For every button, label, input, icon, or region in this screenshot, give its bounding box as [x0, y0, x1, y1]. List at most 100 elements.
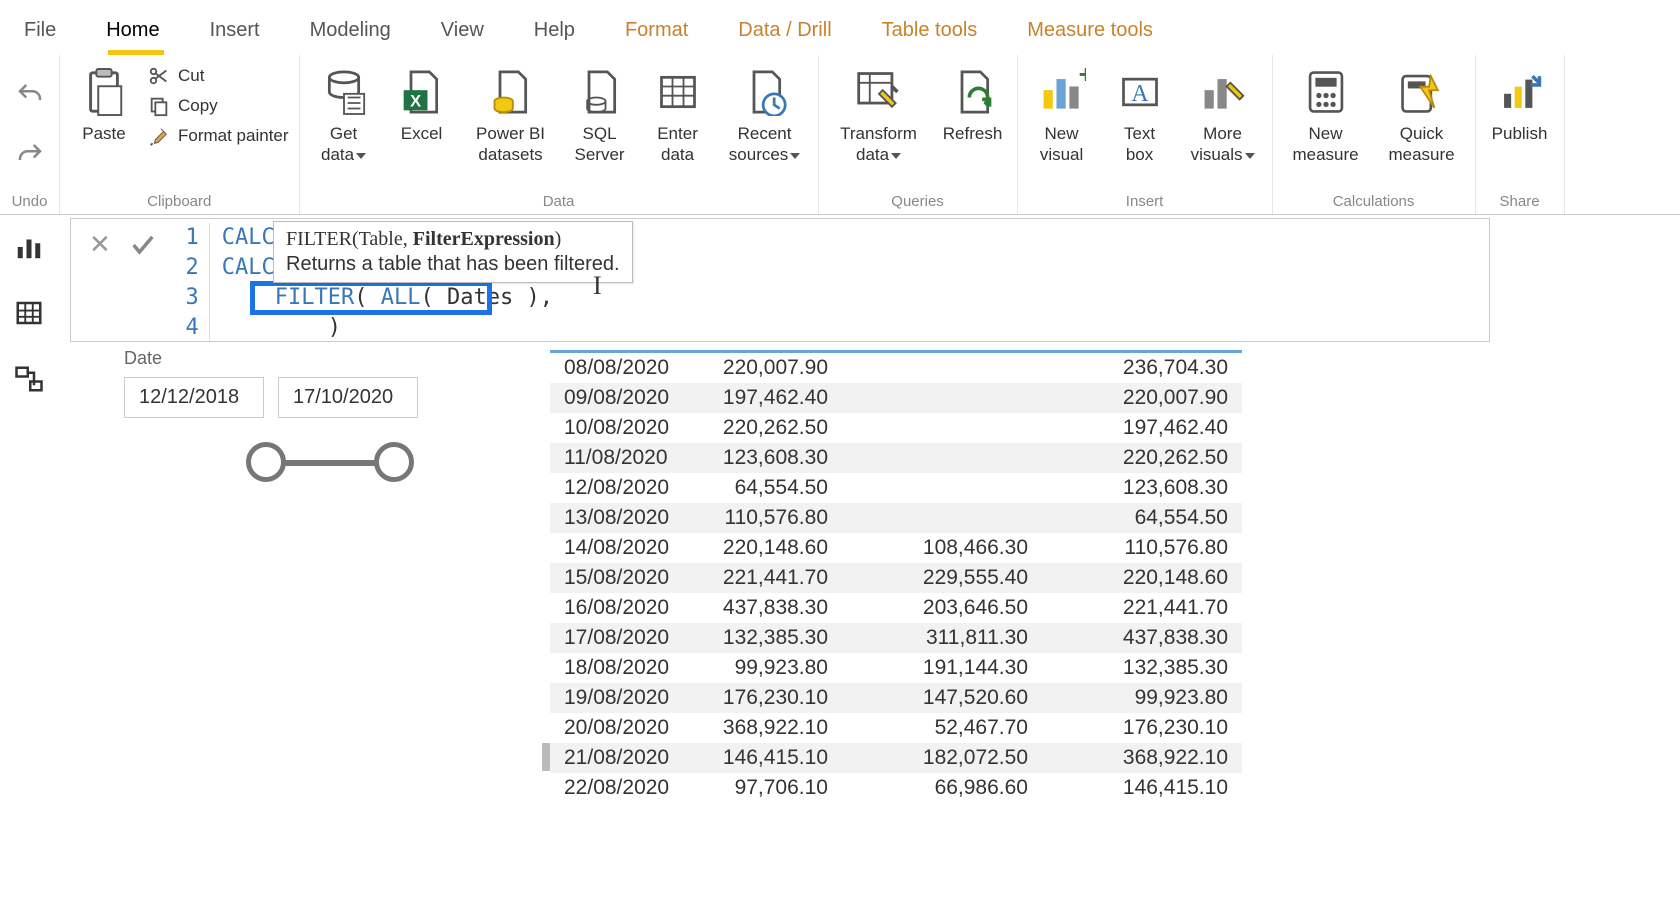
cell-value-1: 64,554.50: [690, 473, 842, 503]
tab-measure-tools[interactable]: Measure tools: [1027, 11, 1153, 50]
table-row[interactable]: 08/08/2020220,007.90 236,704.30: [550, 353, 1242, 383]
clipboard-icon: [81, 65, 127, 119]
table-row[interactable]: 09/08/2020197,462.40220,007.90: [550, 383, 1242, 413]
table-row[interactable]: 16/08/2020437,838.30203,646.50221,441.70: [550, 593, 1242, 623]
tab-file[interactable]: File: [24, 11, 56, 50]
recent-icon: [743, 65, 787, 119]
get-data-button[interactable]: Getdata: [310, 61, 378, 167]
table-row[interactable]: 11/08/2020123,608.30220,262.50: [550, 443, 1242, 473]
sql-server-icon: [578, 65, 622, 119]
table-row[interactable]: 10/08/2020220,262.50197,462.40: [550, 413, 1242, 443]
chevron-down-icon: [356, 153, 366, 159]
text-cursor-icon: I: [593, 271, 602, 301]
slicer-handle-end[interactable]: [374, 442, 414, 482]
scissors-icon: [148, 65, 170, 87]
enter-data-button[interactable]: Enterdata: [644, 61, 712, 167]
slicer-date-from[interactable]: 12/12/2018: [124, 377, 264, 418]
model-view-icon[interactable]: [14, 364, 44, 394]
cell-value-1: 220,007.90: [690, 353, 842, 383]
cell-value-3: 197,462.40: [1042, 413, 1242, 443]
textbox-icon: A: [1118, 65, 1162, 119]
cell-value-3: 437,838.30: [1042, 623, 1242, 653]
group-share-label: Share: [1486, 189, 1554, 214]
redo-icon[interactable]: [15, 140, 45, 170]
tab-table-tools[interactable]: Table tools: [882, 11, 978, 50]
cell-value-1: 220,262.50: [690, 413, 842, 443]
cell-date: 15/08/2020: [550, 563, 690, 593]
group-clipboard-label: Clipboard: [70, 189, 289, 214]
more-visuals-button[interactable]: Morevisuals: [1184, 61, 1262, 167]
report-view-icon[interactable]: [14, 232, 44, 262]
publish-icon: [1496, 65, 1544, 119]
new-measure-button[interactable]: Newmeasure: [1283, 61, 1369, 167]
table-row[interactable]: 14/08/2020220,148.60108,466.30110,576.80: [550, 533, 1242, 563]
undo-icon[interactable]: [15, 80, 45, 110]
publish-button[interactable]: Publish: [1486, 61, 1554, 167]
cut-button[interactable]: Cut: [148, 65, 289, 87]
cell-date: 17/08/2020: [550, 623, 690, 653]
formula-commit-icon[interactable]: [129, 231, 157, 259]
table-row[interactable]: 22/08/202097,706.1066,986.60146,415.10: [550, 773, 1242, 803]
slicer-date-to[interactable]: 17/10/2020: [278, 377, 418, 418]
formula-cancel-icon[interactable]: ✕: [89, 229, 111, 260]
new-visual-button[interactable]: + Newvisual: [1028, 61, 1096, 167]
result-table[interactable]: 08/08/2020220,007.90 236,704.3009/08/2020…: [550, 350, 1242, 803]
date-slicer[interactable]: Date 12/12/2018 17/10/2020: [124, 348, 524, 492]
data-view-icon[interactable]: [14, 298, 44, 328]
cell-value-2: 66,986.60: [842, 773, 1042, 803]
table-row[interactable]: 20/08/2020368,922.1052,467.70176,230.10: [550, 713, 1242, 743]
refresh-button[interactable]: Refresh: [939, 61, 1007, 167]
formula-bar[interactable]: ✕ 1 2 3 4 CALC CALC FILTER( ALL( Dates )…: [70, 218, 1490, 342]
tab-modeling[interactable]: Modeling: [310, 11, 391, 50]
group-data-label: Data: [310, 189, 808, 214]
cell-date: 13/08/2020: [550, 503, 690, 533]
table-row[interactable]: 17/08/2020132,385.30311,811.30437,838.30: [550, 623, 1242, 653]
cell-value-1: 99,923.80: [690, 653, 842, 683]
cell-value-1: 368,922.10: [690, 713, 842, 743]
format-painter-button[interactable]: Format painter: [148, 125, 289, 147]
table-row[interactable]: 18/08/202099,923.80191,144.30132,385.30: [550, 653, 1242, 683]
tab-insert[interactable]: Insert: [210, 11, 260, 50]
sql-server-button[interactable]: SQLServer: [566, 61, 634, 167]
group-calculations: Newmeasure Quickmeasure Calculations: [1273, 55, 1476, 214]
cell-date: 08/08/2020: [550, 353, 690, 383]
tab-data-drill[interactable]: Data / Drill: [738, 11, 831, 50]
table-row[interactable]: 19/08/2020176,230.10147,520.6099,923.80: [550, 683, 1242, 713]
cell-value-1: 176,230.10: [690, 683, 842, 713]
tab-help[interactable]: Help: [534, 11, 575, 50]
cell-date: 19/08/2020: [550, 683, 690, 713]
group-queries: Transformdata Refresh Queries: [819, 55, 1018, 214]
cell-value-3: 110,576.80: [1042, 533, 1242, 563]
paintbrush-icon: [148, 125, 170, 147]
cell-value-2: 147,520.60: [842, 683, 1042, 713]
cell-value-1: 132,385.30: [690, 623, 842, 653]
table-row[interactable]: 12/08/202064,554.50123,608.30: [550, 473, 1242, 503]
cell-value-1: 197,462.40: [690, 383, 842, 413]
line-gutter: 1 2 3 4: [175, 223, 210, 343]
group-undo-label: Undo: [12, 189, 48, 214]
chevron-down-icon: [790, 153, 800, 159]
copy-icon: [148, 95, 170, 117]
excel-button[interactable]: X Excel: [388, 61, 456, 167]
transform-data-button[interactable]: Transformdata: [829, 61, 929, 167]
cell-value-2: 182,072.50: [842, 743, 1042, 773]
table-row[interactable]: 21/08/2020146,415.10182,072.50368,922.10: [550, 743, 1242, 773]
table-row[interactable]: 13/08/2020110,576.8064,554.50: [550, 503, 1242, 533]
cell-value-1: 437,838.30: [690, 593, 842, 623]
slicer-track[interactable]: [124, 432, 524, 492]
quick-measure-button[interactable]: Quickmeasure: [1379, 61, 1465, 167]
tab-format[interactable]: Format: [625, 11, 688, 50]
more-visuals-icon: [1199, 65, 1247, 119]
powerbi-datasets-button[interactable]: Power BIdatasets: [466, 61, 556, 167]
copy-button[interactable]: Copy: [148, 95, 289, 117]
tab-view[interactable]: View: [441, 11, 484, 50]
text-box-button[interactable]: A Textbox: [1106, 61, 1174, 167]
recent-sources-button[interactable]: Recentsources: [722, 61, 808, 167]
slicer-handle-start[interactable]: [246, 442, 286, 482]
paste-button[interactable]: Paste: [70, 61, 138, 167]
table-resize-grip[interactable]: [542, 743, 550, 771]
tab-home[interactable]: Home: [106, 11, 159, 50]
svg-text:A: A: [1131, 81, 1149, 107]
table-row[interactable]: 15/08/2020221,441.70229,555.40220,148.60: [550, 563, 1242, 593]
cell-value-3: 236,704.30: [1042, 353, 1242, 383]
